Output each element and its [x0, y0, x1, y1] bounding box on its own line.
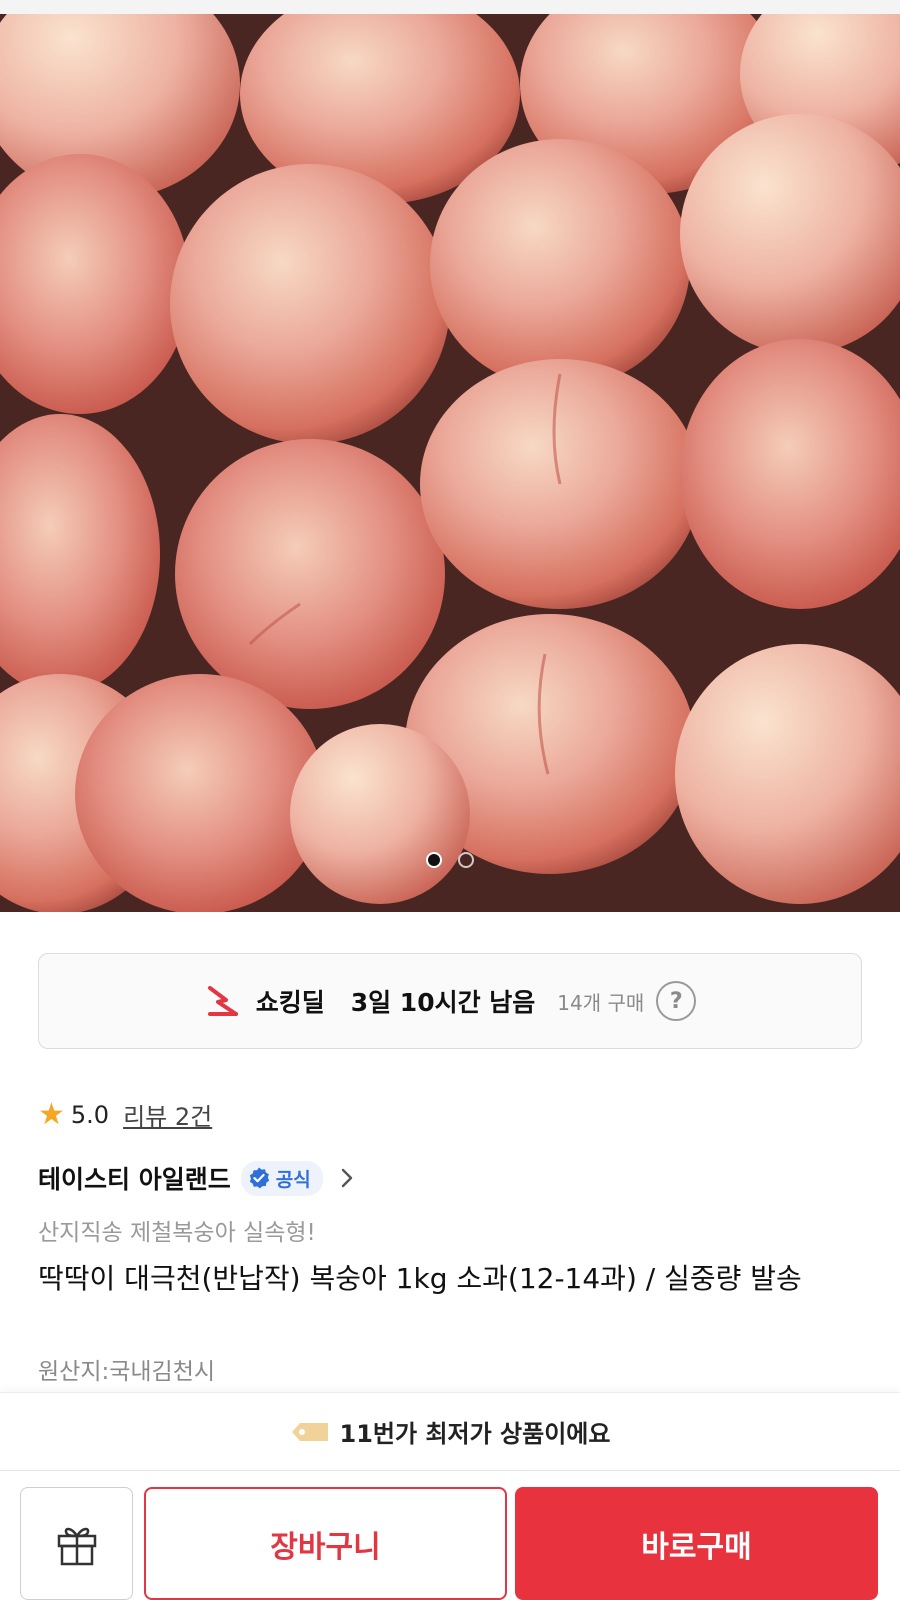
deal-time-left: 3일 10시간 남음 [350, 988, 536, 1017]
product-image [0, 14, 900, 912]
top-strip [0, 0, 900, 14]
bottom-action-bar: 장바구니 바로구매 [0, 1470, 900, 1600]
carousel-dot[interactable] [458, 852, 474, 868]
product-subtitle: 산지직송 제철복숭아 실속형! [38, 1220, 316, 1246]
purchase-count: 14개 구매 [557, 990, 645, 1015]
add-to-cart-button[interactable]: 장바구니 [144, 1487, 507, 1600]
product-title: 딱딱이 대극천(반납작) 복숭아 1kg 소과(12-14과) / 실중량 발송 [38, 1262, 802, 1295]
lowest-price-text: 11번가 최저가 상품이에요 [339, 1420, 611, 1448]
shocking-deal-icon [204, 981, 244, 1021]
verified-check-icon [249, 1167, 269, 1189]
seller-name: 테이스티 아일랜드 [38, 1165, 231, 1194]
official-badge: 공식 [240, 1160, 323, 1196]
rating-value: 5.0 [70, 1100, 110, 1129]
buy-now-button[interactable]: 바로구매 [515, 1487, 878, 1600]
product-image-carousel[interactable] [0, 14, 900, 912]
star-icon: ★ [38, 1096, 65, 1132]
help-icon[interactable]: ? [656, 981, 697, 1021]
chevron-right-icon [341, 1168, 352, 1188]
rating-row: ★ 5.0 리뷰 2건 [38, 1097, 212, 1132]
carousel-dot-active[interactable] [426, 852, 442, 868]
deal-label: 쇼킹딜 [255, 988, 325, 1017]
lowest-price-banner: 11번가 최저가 상품이에요 [0, 1392, 900, 1470]
gift-button[interactable] [20, 1487, 133, 1600]
seller-link[interactable]: 테이스티 아일랜드 공식 [38, 1160, 357, 1196]
product-origin: 원산지:국내김천시 [38, 1359, 216, 1385]
carousel-indicator [0, 852, 900, 868]
gift-icon [57, 1527, 96, 1565]
price-tag-icon [291, 1422, 328, 1441]
review-count-link[interactable]: 리뷰 2건 [123, 1097, 212, 1132]
official-label: 공식 [275, 1168, 311, 1191]
shocking-deal-box[interactable]: 쇼킹딜 3일 10시간 남음 14개 구매 ? [38, 953, 862, 1049]
